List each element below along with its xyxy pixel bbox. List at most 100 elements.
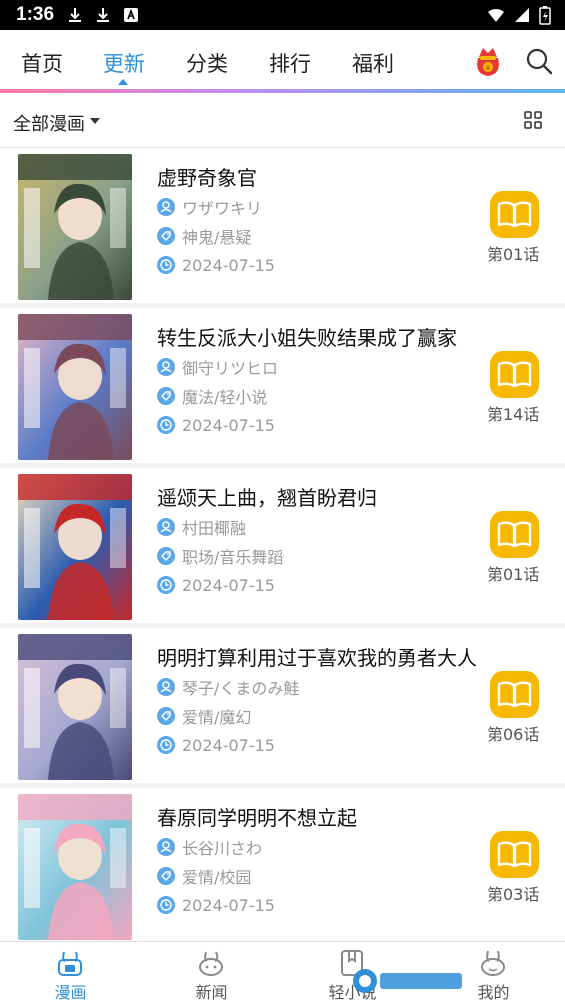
latest-chapter[interactable]: 第06话 (487, 721, 539, 745)
read-book-icon[interactable] (490, 351, 539, 398)
comic-list-item[interactable]: 遥颂天上曲，翘首盼君归 村田椰融 职场/音乐舞蹈 2024-07-15 第01话 (0, 468, 565, 628)
comic-tags-row: 魔法/轻小说 (157, 385, 267, 407)
comic-cover-image[interactable] (18, 474, 132, 620)
comic-author-row: 村田椰融 (157, 516, 246, 538)
nav-label: 漫画 (54, 983, 87, 1002)
comic-author: 琴子/くまのみ鮭 (182, 679, 300, 698)
nav-news[interactable]: 新闻 (141, 942, 282, 1005)
comic-update-date: 2024-07-15 (182, 415, 275, 435)
nav-label: 新闻 (195, 983, 228, 1002)
comic-date-row: 2024-07-15 (157, 254, 275, 276)
wifi-icon (488, 8, 504, 22)
author-icon (157, 518, 175, 536)
comic-tags: 职场/音乐舞蹈 (182, 548, 284, 567)
comic-list: 虚野奇象官 ワザワキリ 神鬼/悬疑 2024-07-15 第01话 转生反派大小… (0, 148, 565, 948)
comic-cover-image[interactable] (18, 794, 132, 940)
battery-icon (539, 6, 551, 25)
comic-author: 御守リツヒロ (182, 359, 279, 378)
comic-list-item[interactable]: 春原同学明明不想立起 长谷川さわ 爱情/校园 2024-07-15 第03话 (0, 788, 565, 948)
rabbit-face-icon (199, 951, 223, 976)
comic-list-item[interactable]: 虚野奇象官 ワザワキリ 神鬼/悬疑 2024-07-15 第01话 (0, 148, 565, 308)
comic-title[interactable]: 遥颂天上曲，翘首盼君归 (157, 482, 477, 511)
comic-tags-row: 神鬼/悬疑 (157, 225, 251, 247)
search-icon[interactable] (524, 46, 554, 76)
read-book-icon[interactable] (490, 671, 539, 718)
lucky-bag-icon[interactable]: ¥ (470, 44, 506, 78)
author-icon (157, 838, 175, 856)
latest-chapter[interactable]: 第14话 (487, 401, 539, 425)
tag-icon (157, 707, 175, 725)
nav-comics[interactable]: 漫画 (0, 942, 141, 1005)
rabbit-profile-icon (481, 950, 505, 976)
clock-icon (157, 416, 175, 434)
tab-rankings[interactable]: 排行 (269, 48, 311, 78)
comic-update-date: 2024-07-15 (182, 255, 275, 275)
comic-author: 长谷川さわ (182, 839, 263, 858)
tag-icon (157, 867, 175, 885)
bottom-nav: 漫画 新闻 轻小说 我的 (0, 941, 565, 1004)
read-book-icon[interactable] (490, 831, 539, 878)
latest-chapter[interactable]: 第01话 (487, 561, 539, 585)
comic-tags: 魔法/轻小说 (182, 388, 268, 407)
comic-cover-image[interactable] (18, 314, 132, 460)
download-icon (69, 8, 81, 22)
comic-author: ワザワキリ (182, 199, 263, 218)
author-icon (157, 678, 175, 696)
latest-chapter[interactable]: 第01话 (487, 241, 539, 265)
clock-icon (157, 576, 175, 594)
comic-update-date: 2024-07-15 (182, 895, 275, 915)
grid-view-icon[interactable] (524, 111, 542, 129)
tab-home[interactable]: 首页 (21, 48, 63, 78)
comic-list-item[interactable]: 转生反派大小姐失败结果成了赢家 御守リツヒロ 魔法/轻小说 2024-07-15… (0, 308, 565, 468)
tab-welfare[interactable]: 福利 (352, 48, 394, 78)
top-nav: 首页 更新 分类 排行 福利 ¥ (0, 30, 565, 90)
comic-date-row: 2024-07-15 (157, 414, 275, 436)
comic-tags-row: 爱情/校园 (157, 865, 251, 887)
status-bar: 1:36 (0, 0, 565, 30)
author-icon (157, 358, 175, 376)
download-icon (97, 8, 109, 22)
clock-icon (157, 256, 175, 274)
comic-date-row: 2024-07-15 (157, 574, 275, 596)
app-notification-icon (124, 8, 138, 22)
tag-icon (157, 227, 175, 245)
clock-icon (157, 896, 175, 914)
svg-text:¥: ¥ (486, 64, 491, 72)
comic-title[interactable]: 明明打算利用过于喜欢我的勇者大人 (157, 642, 477, 671)
tab-categories[interactable]: 分类 (186, 48, 228, 78)
status-time: 1:36 (16, 4, 55, 25)
comic-update-date: 2024-07-15 (182, 575, 275, 595)
comic-tags: 爱情/校园 (182, 868, 252, 887)
comic-title[interactable]: 虚野奇象官 (157, 162, 477, 191)
comic-author-row: 御守リツヒロ (157, 356, 278, 378)
comic-title[interactable]: 转生反派大小姐失败结果成了赢家 (157, 322, 477, 351)
comic-cover-image[interactable] (18, 634, 132, 780)
author-icon (157, 198, 175, 216)
comic-author-row: 长谷川さわ (157, 836, 262, 858)
comic-date-row: 2024-07-15 (157, 734, 275, 756)
comic-tags-row: 职场/音乐舞蹈 (157, 545, 283, 567)
watermark-logo (353, 969, 462, 993)
active-tab-indicator (118, 79, 128, 85)
comic-date-row: 2024-07-15 (157, 894, 275, 916)
comic-cover-image[interactable] (18, 154, 132, 300)
read-book-icon[interactable] (490, 511, 539, 558)
tab-updates[interactable]: 更新 (103, 48, 145, 78)
comic-author-row: 琴子/くまのみ鮭 (157, 676, 299, 698)
dropdown-caret-icon[interactable] (90, 118, 100, 124)
comic-author: 村田椰融 (182, 519, 247, 538)
comic-tags: 神鬼/悬疑 (182, 228, 252, 247)
latest-chapter[interactable]: 第03话 (487, 881, 539, 905)
tag-icon (157, 387, 175, 405)
comic-update-date: 2024-07-15 (182, 735, 275, 755)
signal-icon (515, 8, 529, 22)
tag-icon (157, 547, 175, 565)
comic-author-row: ワザワキリ (157, 196, 262, 218)
comic-tags: 爱情/魔幻 (182, 708, 252, 727)
comic-title[interactable]: 春原同学明明不想立起 (157, 802, 477, 831)
comic-filter-dropdown[interactable]: 全部漫画 (13, 110, 85, 136)
comic-list-item[interactable]: 明明打算利用过于喜欢我的勇者大人 琴子/くまのみ鮭 爱情/魔幻 2024-07-… (0, 628, 565, 788)
comic-tags-row: 爱情/魔幻 (157, 705, 251, 727)
clock-icon (157, 736, 175, 754)
read-book-icon[interactable] (490, 191, 539, 238)
